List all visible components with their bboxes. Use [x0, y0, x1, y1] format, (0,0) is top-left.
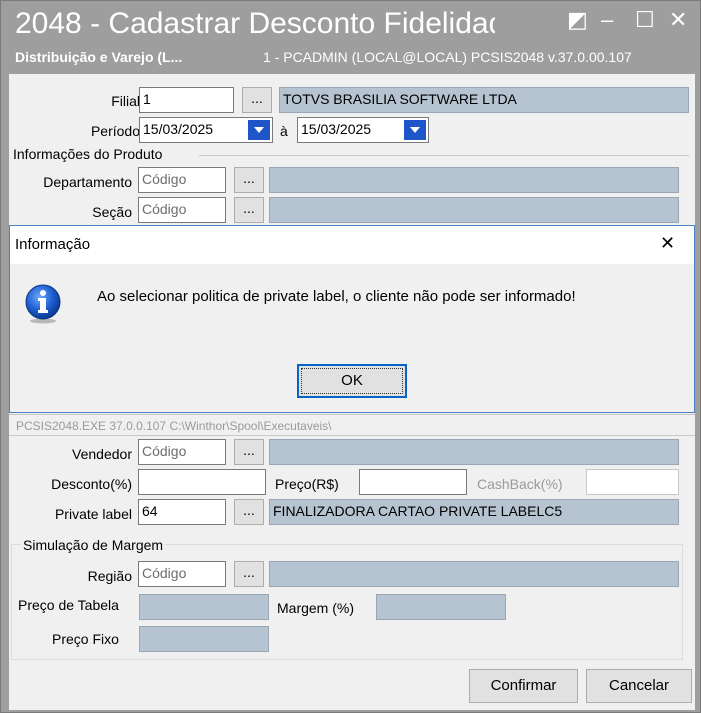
vendedor-label: Vendedor — [72, 446, 132, 462]
cashback-label: CashBack(%) — [477, 476, 563, 492]
desconto-input[interactable] — [138, 469, 266, 495]
periodo-from-value: 15/03/2025 — [143, 121, 214, 137]
periodo-to-value: 15/03/2025 — [301, 121, 372, 137]
dialog-close-icon[interactable]: ✕ — [660, 234, 675, 252]
status-bar: PCSIS2048.EXE 37.0.0.107 C:\Winthor\Spoo… — [9, 414, 695, 436]
filial-lookup-button[interactable]: ... — [242, 87, 272, 113]
preco-input[interactable] — [359, 469, 467, 495]
periodo-from-date[interactable]: 15/03/2025 — [139, 117, 273, 143]
private-label-input[interactable]: 64 — [138, 499, 226, 525]
vendedor-input[interactable]: Código — [138, 439, 226, 465]
vendedor-name-field — [269, 439, 679, 465]
confirmar-button[interactable]: Confirmar — [469, 669, 578, 703]
dialog-message: Ao selecionar politica de private label,… — [97, 288, 576, 305]
preco-fixo-label: Preço Fixo — [52, 631, 119, 647]
departamento-lookup-button[interactable]: ... — [234, 167, 264, 193]
departamento-label: Departamento — [43, 174, 132, 190]
info-icon — [25, 284, 61, 324]
filial-label: Filial — [111, 93, 140, 109]
main-window: 2048 - Cadastrar Desconto Fidelidade Dis… — [0, 0, 701, 713]
preco-tabela-field — [139, 594, 269, 620]
session-info: 1 - PCADMIN (LOCAL@LOCAL) PCSIS2048 v.37… — [263, 49, 632, 65]
departamento-name-field — [269, 167, 679, 193]
filial-input[interactable]: 1 — [139, 87, 234, 113]
confirmar-button-label: Confirmar — [490, 677, 557, 694]
window-title: 2048 - Cadastrar Desconto Fidelidade — [15, 7, 495, 40]
cancelar-button[interactable]: Cancelar — [586, 669, 692, 703]
periodo-separator: à — [280, 123, 288, 139]
secao-lookup-button[interactable]: ... — [234, 197, 264, 223]
info-dialog: Informação ✕ Ao selecionar politica de p… — [9, 225, 695, 413]
dialog-body: Ao selecionar politica de private label,… — [10, 264, 694, 412]
periodo-label: Período — [90, 123, 140, 139]
ok-button[interactable]: OK — [297, 364, 407, 398]
title-bar[interactable]: 2048 - Cadastrar Desconto Fidelidade Dis… — [1, 1, 700, 73]
private-label-lookup-button[interactable]: ... — [234, 499, 264, 525]
secao-input[interactable]: Código — [138, 197, 226, 223]
departamento-input[interactable]: Código — [138, 167, 226, 193]
periodo-to-date[interactable]: 15/03/2025 — [297, 117, 429, 143]
margem-field — [376, 594, 506, 620]
ok-button-label: OK — [301, 368, 403, 394]
margem-label: Margem (%) — [277, 600, 355, 616]
cashback-input[interactable] — [586, 469, 679, 495]
dialog-title: Informação — [15, 236, 91, 253]
produto-group-divider — [199, 155, 689, 156]
cancelar-button-label: Cancelar — [608, 677, 670, 694]
chevron-down-icon[interactable] — [248, 120, 270, 140]
margem-group-title: Simulação de Margem — [21, 537, 166, 553]
regiao-lookup-button[interactable]: ... — [234, 561, 264, 587]
private-label-label: Private label — [54, 506, 132, 522]
preco-tabela-label: Preço de Tabela — [18, 597, 119, 613]
secao-name-field — [269, 197, 679, 223]
maximize-icon[interactable]: ☐ — [635, 9, 655, 31]
regiao-label: Região — [87, 568, 132, 584]
produto-group-title: Informações do Produto — [13, 146, 163, 162]
regiao-name-field — [269, 561, 679, 587]
chevron-down-icon[interactable] — [404, 120, 426, 140]
restore-icon[interactable]: ◩ — [567, 9, 588, 31]
preco-label: Preço(R$) — [275, 476, 339, 492]
filial-name-field: TOTVS BRASILIA SOFTWARE LTDA — [279, 87, 689, 113]
minimize-icon[interactable]: – — [601, 9, 613, 31]
preco-fixo-field — [139, 626, 269, 652]
module-name: Distribuição e Varejo (L... — [15, 49, 183, 65]
vendedor-lookup-button[interactable]: ... — [234, 439, 264, 465]
regiao-input[interactable]: Código — [138, 561, 226, 587]
secao-label: Seção — [92, 204, 132, 220]
close-icon[interactable]: ✕ — [669, 9, 687, 31]
private-label-name-field: FINALIZADORA CARTAO PRIVATE LABELC5 — [269, 499, 679, 525]
desconto-label: Desconto(%) — [51, 476, 132, 492]
